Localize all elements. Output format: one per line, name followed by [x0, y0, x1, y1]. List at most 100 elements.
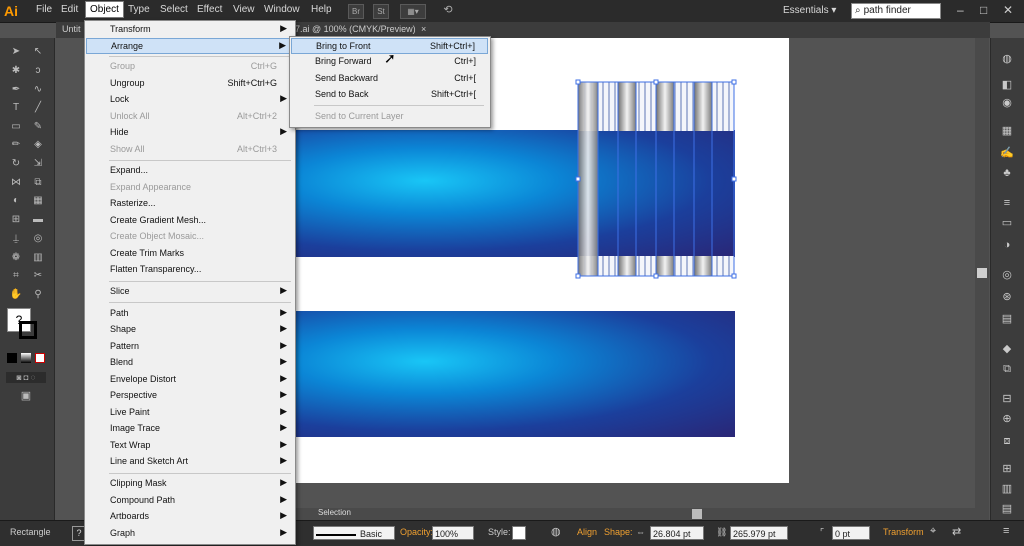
style-swatch[interactable]	[512, 526, 526, 540]
corner-radius-icon[interactable]: ⌜	[820, 527, 824, 538]
vertical-scrollbar[interactable]	[975, 38, 989, 520]
menu-help[interactable]: Help	[311, 4, 332, 15]
menu-type[interactable]: Type	[128, 4, 150, 15]
rectangle-tool-icon[interactable]: ▭	[9, 121, 23, 133]
menu-view[interactable]: View	[233, 4, 255, 15]
menu-item-clipping-mask[interactable]: Clipping Mask ▶	[86, 476, 293, 492]
hand-tool-icon[interactable]: ✋	[9, 289, 23, 301]
menu-item-live-paint[interactable]: Live Paint ▶	[86, 405, 293, 421]
workspace-switcher[interactable]: Essentials ▾	[783, 5, 836, 16]
artboards-icon[interactable]: ⧉	[998, 362, 1016, 376]
pathfinder-icon[interactable]: ⊕	[998, 412, 1016, 426]
menu-item-flatten-transparency[interactable]: Flatten Transparency...	[86, 262, 293, 278]
submenu-item-send-to-back[interactable]: Send to Back Shift+Ctrl+[	[291, 87, 488, 103]
opentype-icon[interactable]: ▤	[998, 502, 1016, 516]
document-tab-title[interactable]: 7.ai @ 100% (CMYK/Preview)	[295, 24, 416, 34]
link-icon[interactable]: ⛓	[716, 527, 727, 538]
gradient-rectangle-bottom[interactable]	[292, 311, 735, 437]
color-mode-icon[interactable]	[7, 353, 17, 363]
rotate-tool-icon[interactable]: ↻	[9, 158, 23, 170]
width-field[interactable]: 26.804 pt	[650, 526, 704, 540]
menu-item-envelope-distort[interactable]: Envelope Distort ▶	[86, 372, 293, 388]
arrange-documents-icon[interactable]: ▦▾	[400, 4, 426, 19]
menu-item-shape[interactable]: Shape ▶	[86, 322, 293, 338]
type-tool-icon[interactable]: T	[9, 102, 23, 114]
transparency-icon[interactable]: ◑	[998, 238, 1016, 252]
shape-label[interactable]: Shape:	[604, 527, 633, 537]
minimize-icon[interactable]: –	[957, 3, 964, 17]
menu-item-pattern[interactable]: Pattern ▶	[86, 339, 293, 355]
layers-stack-icon[interactable]: ◆	[998, 342, 1016, 356]
screen-mode-icon[interactable]: ▣	[18, 389, 34, 402]
perspective-grid-icon[interactable]: ▦	[31, 195, 45, 207]
stroke-profile-select[interactable]: Basic	[313, 526, 395, 540]
menu-item-rasterize[interactable]: Rasterize...	[86, 196, 293, 212]
stock-button[interactable]: St	[373, 4, 389, 19]
gradient-tool-icon[interactable]: ▬	[31, 214, 45, 226]
arrange-icon[interactable]: ⇄	[952, 525, 961, 538]
opacity-field[interactable]: 100%	[432, 526, 474, 540]
gradient-icon[interactable]: ▭	[998, 216, 1016, 230]
menu-item-blend[interactable]: Blend ▶	[86, 355, 293, 371]
graph-tool-icon[interactable]: ▥	[31, 252, 45, 264]
draw-mode-icon[interactable]: ◙ ◘ ◌	[6, 372, 46, 383]
lasso-icon[interactable]: ↄ	[31, 65, 45, 77]
document-tab-close-icon[interactable]: ×	[421, 24, 426, 34]
gradient-mode-icon[interactable]	[21, 353, 31, 363]
submenu-item-send-backward[interactable]: Send Backward Ctrl+[	[291, 71, 488, 87]
menu-item-compound-path[interactable]: Compound Path ▶	[86, 493, 293, 509]
isolate-icon[interactable]: ⌖	[930, 525, 936, 538]
menu-select[interactable]: Select	[160, 4, 188, 15]
character-icon[interactable]: ⊞	[998, 462, 1016, 476]
color-guide-icon[interactable]: ◧	[998, 78, 1016, 92]
symbol-sprayer-icon[interactable]: ❁	[9, 252, 23, 264]
recolor-artwork-icon[interactable]: ◍	[551, 525, 561, 538]
menu-item-line-and-sketch-art[interactable]: Line and Sketch Art ▶	[86, 454, 293, 470]
menu-window[interactable]: Window	[264, 4, 300, 15]
menu-file[interactable]: File	[36, 4, 52, 15]
paintbrush-icon[interactable]: ✎	[31, 121, 45, 133]
menu-item-slice[interactable]: Slice ▶	[86, 284, 293, 300]
menu-item-artboards[interactable]: Artboards ▶	[86, 509, 293, 525]
brushes-icon[interactable]: ✍	[998, 146, 1016, 160]
gpu-performance-icon[interactable]: ⟲	[440, 4, 456, 17]
menu-item-perspective[interactable]: Perspective ▶	[86, 388, 293, 404]
artboard-tool-icon[interactable]: ⌗	[9, 270, 23, 282]
menu-item-transform[interactable]: Transform ▶	[86, 22, 293, 38]
maximize-icon[interactable]: □	[980, 3, 987, 17]
mesh-tool-icon[interactable]: ⊞	[9, 214, 23, 226]
swatches-icon[interactable]: ▦	[998, 124, 1016, 138]
horizontal-scroll-thumb[interactable]	[692, 509, 702, 519]
stroke-swatch-icon[interactable]	[19, 321, 37, 339]
zoom-tool-icon[interactable]: ⚲	[31, 289, 45, 301]
menu-item-text-wrap[interactable]: Text Wrap ▶	[86, 438, 293, 454]
menu-item-expand[interactable]: Expand...	[86, 163, 293, 179]
appearance-icon[interactable]: ◎	[998, 268, 1016, 282]
close-icon[interactable]: ✕	[1003, 3, 1013, 17]
eyedropper-icon[interactable]: ⍊	[9, 233, 23, 245]
recolor-icon[interactable]: ◉	[998, 96, 1016, 110]
direct-selection-tool-icon[interactable]: ↖	[31, 46, 45, 58]
selection-tool-icon[interactable]: ➤	[9, 46, 23, 58]
menu-edit[interactable]: Edit	[61, 4, 78, 15]
opacity-label[interactable]: Opacity:	[400, 527, 433, 537]
align-label[interactable]: Align	[577, 527, 597, 537]
slice-tool-icon[interactable]: ✂	[31, 270, 45, 282]
scale-tool-icon[interactable]: ⇲	[31, 158, 45, 170]
free-transform-icon[interactable]: ⧉	[31, 177, 45, 189]
graphic-styles-icon[interactable]: ⊛	[998, 290, 1016, 304]
menu-effect[interactable]: Effect	[197, 4, 222, 15]
menu-item-create-trim-marks[interactable]: Create Trim Marks	[86, 246, 293, 262]
menu-item-ungroup[interactable]: Ungroup Shift+Ctrl+G	[86, 76, 293, 92]
menu-item-path[interactable]: Path ▶	[86, 306, 293, 322]
menu-item-graph[interactable]: Graph ▶	[86, 526, 293, 542]
pen-tool-icon[interactable]: ✒	[9, 84, 23, 96]
corner-radius-field[interactable]: 0 pt	[832, 526, 870, 540]
magic-wand-icon[interactable]: ✱	[9, 65, 23, 77]
paragraph-icon[interactable]: ▥	[998, 482, 1016, 496]
search-field[interactable]: ⌕ path finder	[851, 3, 941, 19]
line-tool-icon[interactable]: ╱	[31, 102, 45, 114]
menu-item-create-gradient-mesh[interactable]: Create Gradient Mesh...	[86, 213, 293, 229]
curvature-tool-icon[interactable]: ∿	[31, 84, 45, 96]
menu-item-lock[interactable]: Lock ▶	[86, 92, 293, 108]
